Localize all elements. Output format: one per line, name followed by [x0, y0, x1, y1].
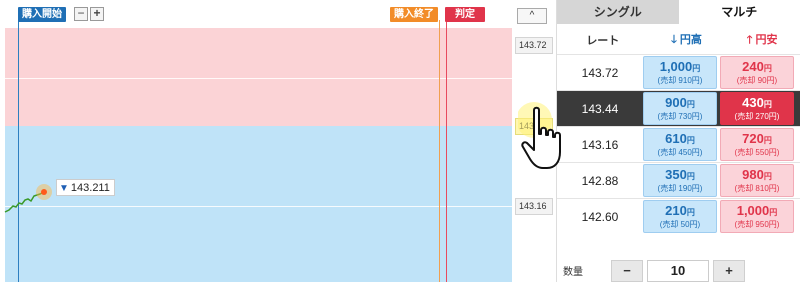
quantity-row: 数量 − 10 +: [557, 258, 800, 282]
yen-unit: 円: [763, 171, 772, 181]
current-price-dot: [41, 189, 47, 195]
price-chart[interactable]: 購入開始 − + 購入終了 判定 ▼ 143.211: [0, 0, 512, 282]
high-price: 1,000: [659, 58, 693, 74]
high-sell-price: (売却 190円): [657, 183, 703, 193]
chevron-up-icon: ^: [529, 10, 535, 21]
buy-low-button[interactable]: 430円 (売却 270円): [720, 92, 794, 125]
quantity-input[interactable]: 10: [647, 260, 709, 282]
arrow-up-icon: 🡑: [746, 33, 753, 46]
high-sell-price: (売却 910円): [657, 75, 703, 85]
low-sell-price: (売却 270円): [734, 111, 780, 121]
buy-low-button[interactable]: 980円 (売却 810円): [720, 164, 794, 197]
high-price: 210: [665, 202, 687, 218]
yen-unit: 円: [686, 171, 695, 181]
scroll-up-button[interactable]: ^: [517, 8, 547, 24]
high-price: 350: [665, 166, 687, 182]
triangle-down-icon: ▼: [59, 183, 69, 194]
rate-value: 143.72: [581, 65, 619, 80]
high-price: 610: [665, 130, 687, 146]
buy-high-button[interactable]: 900円 (売却 730円): [643, 92, 717, 125]
high-price: 900: [665, 94, 687, 110]
axis-label: 143.72: [515, 37, 553, 54]
yen-unit: 円: [763, 63, 772, 73]
quantity-decrease-button[interactable]: −: [611, 260, 643, 282]
column-header-rate: レート: [586, 35, 620, 47]
rate-value: 142.60: [581, 209, 619, 224]
rate-value: 143.44: [581, 101, 619, 116]
rate-value: 142.88: [581, 173, 619, 188]
low-price: 1,000: [736, 202, 770, 218]
quantity-increase-button[interactable]: +: [713, 260, 745, 282]
rate-table: 143.72 1,000円 (売却 910円) 240円 (売却 90円) 14…: [557, 54, 800, 234]
hand-cursor-icon: [518, 102, 561, 169]
low-price: 240: [742, 58, 764, 74]
quantity-label: 数量: [563, 267, 583, 278]
table-row[interactable]: 142.88 350円 (売却 190円) 980円 (売却 810円): [557, 162, 800, 198]
yen-unit: 円: [769, 207, 778, 217]
buy-high-button[interactable]: 350円 (売却 190円): [643, 164, 717, 197]
buy-high-button[interactable]: 210円 (売却 50円): [643, 200, 717, 233]
table-row[interactable]: 143.72 1,000円 (売却 910円) 240円 (売却 90円): [557, 54, 800, 90]
column-header-high: 🡓 円高: [649, 31, 725, 50]
current-price-tag: ▼ 143.211: [56, 179, 115, 196]
yen-unit: 円: [686, 99, 695, 109]
trade-panel: シングル マルチ レート 🡓 円高 🡑 円安 143.72 1,000円 (売却…: [556, 0, 800, 282]
yen-unit: 円: [692, 63, 701, 73]
yen-unit: 円: [763, 99, 772, 109]
buy-low-button[interactable]: 1,000円 (売却 950円): [720, 200, 794, 233]
low-price: 980: [742, 166, 764, 182]
axis-label: 143.16: [515, 198, 553, 215]
column-header-low-label: 円安: [755, 33, 778, 46]
tab-single[interactable]: シングル: [557, 0, 679, 24]
tab-multi[interactable]: マルチ: [678, 0, 800, 24]
low-price: 720: [742, 130, 764, 146]
arrow-down-icon: 🡓: [671, 33, 677, 46]
table-row[interactable]: 143.16 610円 (売却 450円) 720円 (売却 550円): [557, 126, 800, 162]
column-header-low: 🡑 円安: [724, 31, 800, 50]
high-sell-price: (売却 730円): [657, 111, 703, 121]
table-row-selected[interactable]: 143.44 900円 (売却 730円) 430円 (売却 270円): [557, 90, 800, 126]
yen-unit: 円: [686, 207, 695, 217]
yen-unit: 円: [686, 135, 695, 145]
price-line: [4, 184, 52, 213]
low-sell-price: (売却 950円): [734, 219, 780, 229]
low-sell-price: (売却 810円): [734, 183, 780, 193]
buy-low-button[interactable]: 240円 (売却 90円): [720, 56, 794, 89]
column-header-high-label: 円高: [679, 33, 702, 46]
table-row[interactable]: 142.60 210円 (売却 50円) 1,000円 (売却 950円): [557, 198, 800, 234]
low-price: 430: [742, 94, 764, 110]
rate-value: 143.16: [581, 137, 619, 152]
high-sell-price: (売却 450円): [657, 147, 703, 157]
current-price-value: 143.211: [70, 182, 110, 194]
yen-unit: 円: [763, 135, 772, 145]
low-sell-price: (売却 90円): [736, 75, 778, 85]
buy-high-button[interactable]: 610円 (売却 450円): [643, 128, 717, 161]
tab-bar: シングル マルチ: [557, 0, 800, 24]
table-header: レート 🡓 円高 🡑 円安: [557, 26, 800, 54]
high-sell-price: (売却 50円): [659, 219, 701, 229]
buy-low-button[interactable]: 720円 (売却 550円): [720, 128, 794, 161]
low-sell-price: (売却 550円): [734, 147, 780, 157]
buy-high-button[interactable]: 1,000円 (売却 910円): [643, 56, 717, 89]
